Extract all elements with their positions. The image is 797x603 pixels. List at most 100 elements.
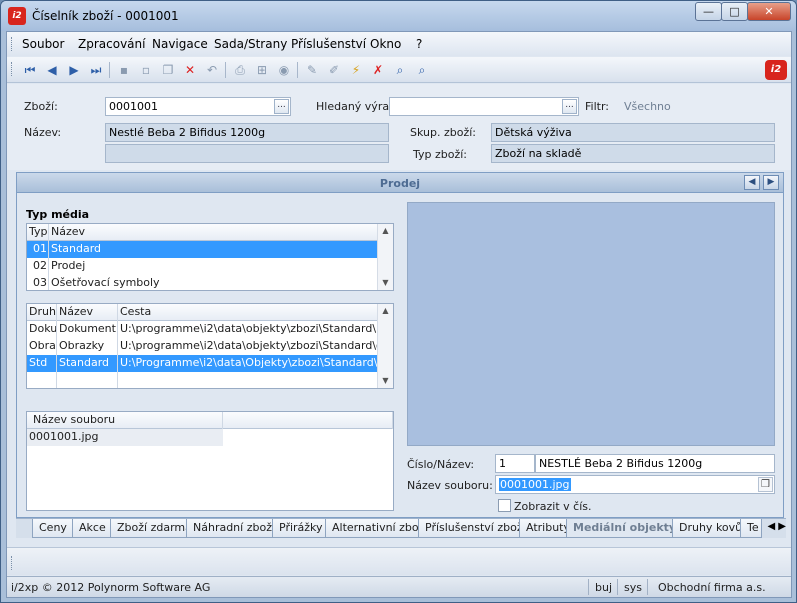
table-row[interactable]: Std Standard U:\Programme\i2\data\Objekt…	[27, 355, 393, 372]
menu-okno[interactable]: Okno	[370, 37, 401, 51]
menu-bar: Soubor Zpracování Navigace Sada/Strany P…	[7, 32, 791, 56]
search-field[interactable]: ...	[389, 97, 579, 116]
menu-navigace[interactable]: Navigace	[152, 37, 208, 51]
menu-prislusenstvi[interactable]: Příslušenství	[291, 37, 366, 51]
tab-druhy-kovu[interactable]: Druhy kovů	[672, 519, 750, 538]
minimize-button[interactable]: —	[695, 2, 722, 21]
menu-zpracovani[interactable]: Zpracování	[78, 37, 145, 51]
filter-value[interactable]: Všechno	[624, 100, 671, 113]
show-checkbox[interactable]	[498, 499, 511, 512]
search-icon[interactable]: ⌕	[391, 61, 409, 79]
table-row[interactable]: Doku Dokument U:\programme\i2\data\objek…	[27, 321, 393, 338]
filter-label: Filtr:	[585, 100, 609, 113]
tab-bar: Ceny Akce Zboží zdarma Náhradní zboží Př…	[16, 518, 786, 538]
first-record-icon[interactable]: ⏮	[21, 61, 39, 79]
col-cesta[interactable]: Cesta	[118, 304, 378, 321]
status-db: sys	[624, 581, 642, 594]
tab-more[interactable]: Te	[740, 519, 762, 538]
media-kind-scrollbar[interactable]: ▲ ▼	[377, 304, 393, 388]
toolbar: ⏮ ◀ ▶ ⏭ ▪ ▫ ❐ ✕ ↶ ⎙ ⊞ ◉ ✎ ✐ ⚡ ✗ ⌕ ⌕ i2	[7, 57, 791, 83]
scroll-up-icon[interactable]: ▲	[378, 224, 393, 238]
tab-medialni-objekty[interactable]: Mediální objekty	[566, 519, 684, 538]
type-label: Typ zboží:	[413, 148, 468, 161]
toolbar-grip-icon	[11, 62, 14, 76]
maximize-button[interactable]: □	[721, 2, 748, 21]
clear-filter-icon[interactable]: ✗	[369, 61, 387, 79]
show-label: Zobrazit v čís.	[514, 500, 592, 513]
tab-prislusenstvi-zbozi[interactable]: Příslušenství zboží	[418, 519, 533, 538]
disabled-icon[interactable]: ◉	[275, 61, 293, 79]
search-lookup-button[interactable]: ...	[562, 99, 577, 114]
tree-icon[interactable]: ⊞	[253, 61, 271, 79]
menu-help[interactable]: ?	[416, 37, 422, 51]
file-browse-icon[interactable]: ❒	[758, 477, 773, 492]
save-icon[interactable]: ▪	[115, 61, 133, 79]
media-type-grid[interactable]: Typ Název 01 Standard 02 Prodej 03 Ošetř…	[26, 223, 394, 291]
brand-logo-icon: i2	[765, 60, 787, 80]
tab-nahradni-zbozi[interactable]: Náhradní zboží	[186, 519, 283, 538]
prodej-panel: Prodej ◀ ▶ Typ média Typ Název 01 Standa…	[16, 172, 784, 518]
print-icon[interactable]: ⎙	[231, 61, 249, 79]
table-row[interactable]: Obra Obrazky U:\programme\i2\data\objekt…	[27, 338, 393, 355]
delete-icon[interactable]: ✕	[181, 61, 199, 79]
number-field[interactable]: 1	[495, 454, 535, 473]
status-company: Obchodní firma a.s.	[658, 581, 766, 594]
col-typ[interactable]: Typ	[27, 224, 49, 241]
name-label: Název:	[24, 126, 62, 139]
table-row[interactable]: 01 Standard	[27, 241, 393, 258]
edit-icon[interactable]: ✎	[303, 61, 321, 79]
menu-sada-strany[interactable]: Sada/Strany	[214, 37, 287, 51]
scroll-down-icon[interactable]: ▼	[378, 374, 393, 388]
panel-title: Prodej	[379, 177, 421, 190]
tab-scroll-icon[interactable]: ◀ ▶	[767, 521, 786, 532]
bottom-grip-icon	[11, 556, 14, 570]
col-druh[interactable]: Druh	[27, 304, 57, 321]
panel-prev-button[interactable]: ◀	[744, 175, 760, 190]
scroll-down-icon[interactable]: ▼	[378, 276, 393, 290]
bottom-toolbar	[7, 547, 791, 575]
item-lookup-button[interactable]: ...	[274, 99, 289, 114]
file-grid[interactable]: Název souboru 0001001.jpg	[26, 411, 394, 511]
panel-next-button[interactable]: ▶	[763, 175, 779, 190]
tab-akce[interactable]: Akce	[72, 519, 113, 538]
next-record-icon[interactable]: ▶	[65, 61, 83, 79]
col-nazev[interactable]: Název	[49, 224, 379, 241]
window-title: Číselník zboží - 0001001	[32, 9, 179, 23]
copy-icon[interactable]: ❐	[159, 61, 177, 79]
table-row-empty[interactable]	[27, 372, 393, 388]
number-name-field[interactable]: NESTLÉ Beba 2 Bifidus 1200g	[535, 454, 775, 473]
item-code-field[interactable]: 0001001 ...	[105, 97, 291, 116]
last-record-icon[interactable]: ⏭	[87, 61, 105, 79]
media-type-scrollbar[interactable]: ▲ ▼	[377, 224, 393, 290]
table-row[interactable]: 02 Prodej	[27, 258, 393, 275]
filename-field[interactable]: 0001001.jpg ❒	[495, 475, 775, 494]
close-button[interactable]: ✕	[747, 2, 791, 21]
col-nazev-2[interactable]: Název	[57, 304, 118, 321]
pen-icon[interactable]: ✐	[325, 61, 343, 79]
filename-label: Název souboru:	[407, 479, 493, 492]
table-row[interactable]: 0001001.jpg	[27, 429, 393, 446]
item-code-value: 0001001	[109, 100, 158, 113]
number-label: Číslo/Název:	[407, 458, 475, 471]
media-type-title: Typ média	[26, 208, 90, 221]
client-area: Soubor Zpracování Navigace Sada/Strany P…	[6, 31, 792, 598]
title-bar[interactable]: i2 Číselník zboží - 0001001 — □ ✕	[1, 1, 796, 31]
previous-record-icon[interactable]: ◀	[43, 61, 61, 79]
status-copyright: i/2xp © 2012 Polynorm Software AG	[11, 581, 211, 594]
search-advanced-icon[interactable]: ⌕	[413, 61, 431, 79]
scroll-up-icon[interactable]: ▲	[378, 304, 393, 318]
media-kind-grid[interactable]: Druh Název Cesta Doku Dokument U:\progra…	[26, 303, 394, 389]
undo-icon[interactable]: ↶	[203, 61, 221, 79]
media-preview	[407, 202, 775, 446]
menu-soubor[interactable]: Soubor	[22, 37, 64, 51]
col-file-name[interactable]: Název souboru	[27, 412, 223, 429]
header-form: Zboží: 0001001 ... Hledaný výraz: ... Fi…	[7, 84, 791, 170]
name-field-2	[105, 144, 389, 163]
search-label: Hledaný výraz:	[316, 100, 399, 113]
new-icon[interactable]: ▫	[137, 61, 155, 79]
table-row[interactable]: 03 Ošetřovací symboly	[27, 275, 393, 290]
status-bar: i/2xp © 2012 Polynorm Software AG buj sy…	[7, 576, 791, 597]
tab-prirazky[interactable]: Přirážky	[272, 519, 330, 538]
tab-ceny[interactable]: Ceny	[32, 519, 74, 538]
filter-icon[interactable]: ⚡	[347, 61, 365, 79]
